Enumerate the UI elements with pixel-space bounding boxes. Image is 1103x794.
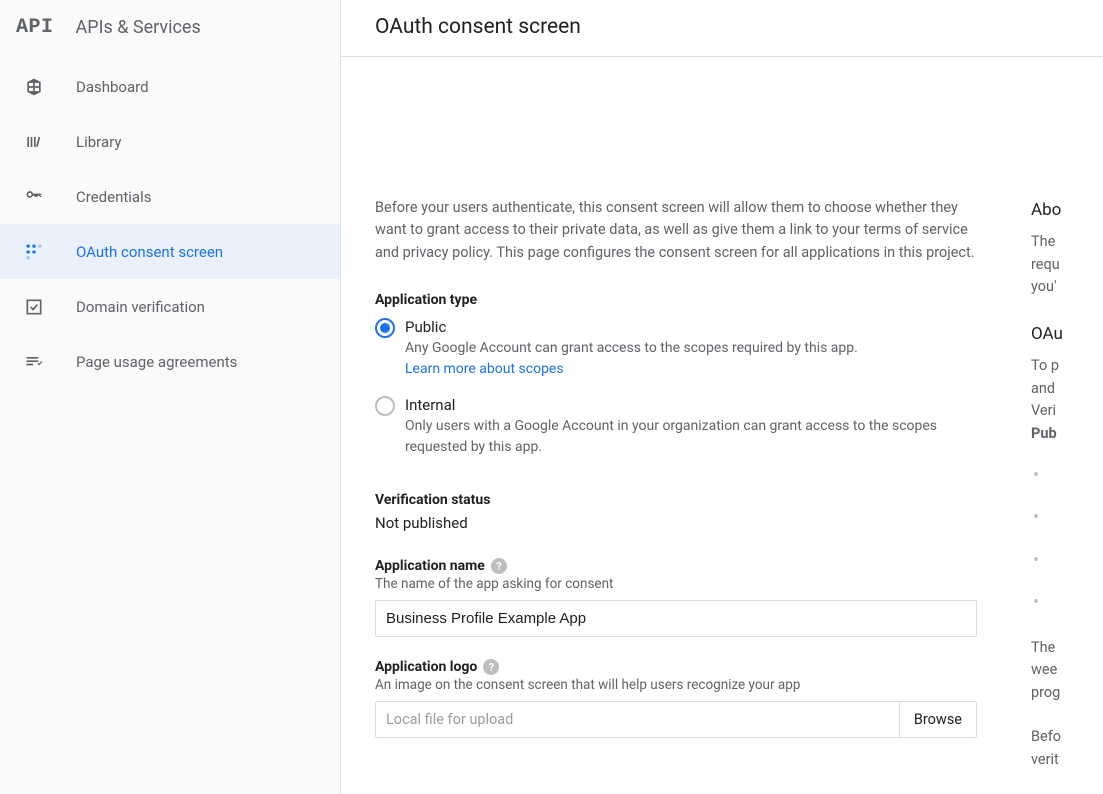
field-hint: The name of the app asking for consent <box>375 576 997 592</box>
nav-label: Dashboard <box>76 78 149 96</box>
application-logo-field: Application logo ? An image on the conse… <box>375 659 997 738</box>
radio-option-public[interactable]: Public Any Google Account can grant acce… <box>375 314 997 384</box>
help-icon[interactable]: ? <box>483 659 499 675</box>
application-name-input[interactable] <box>375 600 977 637</box>
library-icon <box>22 132 46 152</box>
agreements-icon <box>22 352 46 372</box>
nav-list: Dashboard Library Credentials OAuth cons… <box>0 57 340 389</box>
help-icon[interactable]: ? <box>491 558 507 574</box>
tail-line: Befo <box>1031 728 1061 745</box>
page-title: OAuth consent screen <box>375 15 1103 39</box>
oauth-line: Veri <box>1031 402 1056 419</box>
main-body: Before your users authenticate, this con… <box>341 57 1103 794</box>
sidebar-header: API APIs & Services <box>0 0 340 57</box>
file-upload-row: Local file for upload Browse <box>375 701 977 738</box>
about-line: The <box>1031 233 1055 250</box>
sidebar-item-oauth-consent[interactable]: OAuth consent screen <box>0 224 340 279</box>
about-line: you' <box>1031 278 1057 295</box>
verification-status-value: Not published <box>375 514 997 532</box>
application-type-group: Application type Public Any Google Accou… <box>375 292 997 462</box>
field-label: Application logo <box>375 659 477 675</box>
radio-desc: Any Google Account can grant access to t… <box>405 338 985 380</box>
oauth-heading: OAu <box>1031 321 1103 347</box>
application-type-heading: Application type <box>375 292 997 308</box>
application-name-field: Application name ? The name of the app a… <box>375 558 997 637</box>
learn-more-scopes-link[interactable]: Learn more about scopes <box>405 361 564 377</box>
sidebar-item-credentials[interactable]: Credentials <box>0 169 340 224</box>
radio-body: Public Any Google Account can grant acce… <box>405 318 997 380</box>
field-label: Application name <box>375 558 485 574</box>
tail-text-2: Befo verit <box>1031 726 1103 771</box>
nav-label: Credentials <box>76 188 151 206</box>
about-heading: Abo <box>1031 197 1103 223</box>
oauth-text: To p and Veri Pub <box>1031 355 1103 445</box>
info-bullets <box>1031 467 1103 617</box>
main-header: OAuth consent screen <box>341 0 1103 57</box>
sidebar-item-dashboard[interactable]: Dashboard <box>0 59 340 114</box>
radio-circle-icon <box>375 318 395 338</box>
nav-label: Page usage agreements <box>76 353 237 371</box>
nav-label: Library <box>76 133 121 151</box>
check-icon <box>22 297 46 317</box>
api-logo: API <box>16 16 54 39</box>
intro-text: Before your users authenticate, this con… <box>375 197 985 264</box>
tail-line: The <box>1031 639 1055 656</box>
form-area: Before your users authenticate, this con… <box>341 57 1031 794</box>
file-upload-input[interactable]: Local file for upload <box>376 702 899 737</box>
key-icon <box>22 187 46 207</box>
radio-option-internal[interactable]: Internal Only users with a Google Accoun… <box>375 392 997 462</box>
nav-label: Domain verification <box>76 298 205 316</box>
field-hint: An image on the consent screen that will… <box>375 677 997 693</box>
verification-status-heading: Verification status <box>375 492 997 508</box>
radio-label: Public <box>405 318 997 336</box>
tail-line: prog <box>1031 684 1060 701</box>
about-text: The requ you' <box>1031 231 1103 298</box>
radio-desc-text: Any Google Account can grant access to t… <box>405 340 858 356</box>
radio-desc: Only users with a Google Account in your… <box>405 416 985 458</box>
radio-label: Internal <box>405 396 997 414</box>
info-bullet <box>1031 594 1103 616</box>
radio-circle-icon <box>375 396 395 416</box>
main: OAuth consent screen Before your users a… <box>341 0 1103 794</box>
info-bullet <box>1031 467 1103 489</box>
oauth-line: and <box>1031 380 1055 397</box>
dashboard-icon <box>22 77 46 97</box>
browse-button[interactable]: Browse <box>899 702 976 737</box>
sidebar-item-domain-verification[interactable]: Domain verification <box>0 279 340 334</box>
tail-line: wee <box>1031 661 1057 678</box>
tail-line: verit <box>1031 751 1059 768</box>
sidebar-title: APIs & Services <box>76 17 201 38</box>
oauth-line: Pub <box>1031 425 1057 442</box>
sidebar-item-library[interactable]: Library <box>0 114 340 169</box>
nav-label: OAuth consent screen <box>76 243 223 261</box>
info-bullet <box>1031 509 1103 531</box>
info-bullet <box>1031 552 1103 574</box>
about-line: requ <box>1031 256 1060 273</box>
sidebar: API APIs & Services Dashboard Library <box>0 0 341 794</box>
right-info-column: Abo The requ you' OAu To p and Veri Pub <box>1031 57 1103 794</box>
oauth-icon <box>22 242 46 262</box>
oauth-line: To p <box>1031 357 1059 374</box>
sidebar-item-page-usage[interactable]: Page usage agreements <box>0 334 340 389</box>
tail-text: The wee prog <box>1031 637 1103 704</box>
verification-status-block: Verification status Not published <box>375 492 997 532</box>
radio-body: Internal Only users with a Google Accoun… <box>405 396 997 458</box>
